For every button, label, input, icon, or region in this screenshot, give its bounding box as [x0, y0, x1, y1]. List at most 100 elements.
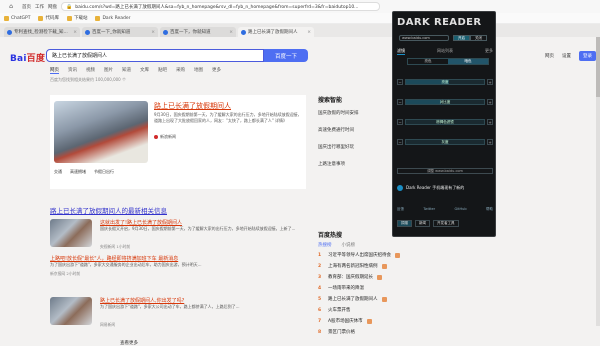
news-notice[interactable]: Dark Reader 手机端现有了新的: [397, 185, 493, 191]
slider-track[interactable]: 棕褐色滤镜: [405, 119, 485, 125]
browser-tab[interactable]: 百度一下_你就知道 ×: [82, 27, 158, 37]
related-tag[interactable]: 高速拥堵: [70, 169, 86, 175]
site-toggle[interactable]: www.baidu.com: [399, 35, 449, 41]
toolbar-item-1[interactable]: 工作: [35, 4, 44, 10]
hot-badge-icon: [395, 252, 400, 258]
filter-tab[interactable]: 视频: [86, 67, 95, 74]
plus-icon[interactable]: +: [487, 99, 493, 105]
plus-icon[interactable]: +: [487, 79, 493, 85]
bookmark-item[interactable]: ChatGPT: [4, 15, 30, 21]
hot-item[interactable]: 3 教育部：国庆假期延长: [318, 274, 518, 280]
home-button[interactable]: ⌂: [4, 2, 18, 11]
slider-grayscale[interactable]: − 灰度 +: [397, 138, 493, 146]
browser-tab-active[interactable]: 路上已长满了放假期间人 ×: [238, 27, 314, 37]
close-icon[interactable]: ×: [151, 30, 155, 35]
bookmark-item[interactable]: 代码库: [38, 15, 59, 21]
hot-item[interactable]: 6 火车票开售: [318, 307, 518, 314]
dr-tab[interactable]: 滤镜: [397, 48, 405, 55]
tab-label: 百度一下_你就知道: [92, 30, 131, 35]
plus-icon[interactable]: +: [487, 119, 493, 125]
minus-icon[interactable]: −: [397, 99, 403, 105]
onoff-switch[interactable]: 开启 关闭: [453, 35, 487, 41]
dr-tab[interactable]: 更多: [485, 48, 493, 55]
baidu-logo[interactable]: Bai百度: [10, 51, 45, 64]
related-tag[interactable]: 节假日出行: [94, 169, 114, 175]
login-button[interactable]: 登录: [579, 51, 596, 61]
browser-tab[interactable]: 百度一下，你就知道 ×: [160, 27, 236, 37]
close-icon[interactable]: ×: [73, 30, 77, 35]
news-heading[interactable]: 路上已长满了放假期间人的最新相关信息: [50, 205, 167, 215]
slider-sepia[interactable]: − 棕褐色滤镜 +: [397, 118, 493, 126]
hot-badge-icon: [381, 263, 387, 269]
off-button[interactable]: 关闭: [470, 35, 487, 41]
footer-link[interactable]: Twitter: [423, 207, 435, 212]
dr-tab[interactable]: 网站列表: [437, 48, 453, 55]
minus-icon[interactable]: −: [397, 79, 403, 85]
filter-tab[interactable]: 资讯: [68, 67, 77, 74]
news-title[interactable]: 上路吧!放长假"最长"人，路经即将挤满加班下车 最新消息: [50, 255, 178, 262]
news-thumbnail[interactable]: [50, 297, 92, 325]
result-title[interactable]: 路上已长满了放假期间人: [154, 101, 231, 111]
close-icon[interactable]: ×: [307, 30, 311, 35]
filter-tab[interactable]: 网页: [50, 67, 59, 74]
filter-tab[interactable]: 贴吧: [158, 67, 167, 74]
more-link[interactable]: 查看更多: [120, 340, 138, 346]
filter-tab[interactable]: 图片: [104, 67, 113, 74]
slider-track[interactable]: 亮度: [405, 79, 485, 85]
hot-item[interactable]: 4 一场雨带来的降温: [318, 285, 518, 292]
plus-icon[interactable]: +: [487, 139, 493, 145]
donate-button[interactable]: 捐赠: [397, 220, 412, 227]
news-thumbnail[interactable]: [50, 219, 92, 247]
close-icon[interactable]: ×: [229, 30, 233, 35]
minus-icon[interactable]: −: [397, 119, 403, 125]
hot-item[interactable]: 2 上海有两名新冠阳性病例: [318, 263, 518, 269]
hot-item[interactable]: 8 景区门票价格: [318, 329, 518, 336]
address-bar[interactable]: 🔒 baidu.com/s?wd=路上已长满了放假期间人&sa=fyb_n_ho…: [61, 2, 380, 11]
hot-item[interactable]: 7 A股市场国庆休市: [318, 318, 518, 324]
on-button[interactable]: 开启: [453, 35, 470, 41]
hot-item[interactable]: 5 路上已长满了放假期间人: [318, 296, 518, 302]
filter-tab[interactable]: 地图: [194, 67, 203, 74]
address-url: baidu.com/s?wd=路上已长满了放假期间人&sa=fyb_n_home…: [75, 4, 359, 10]
hot-item[interactable]: 1 习近平等领导人出席国庆招待会: [318, 252, 518, 258]
news-button[interactable]: 新闻: [415, 220, 430, 227]
mode-light[interactable]: 亮色: [408, 59, 448, 64]
browser-tab[interactable]: 专利查找_检测检下载_知... ×: [4, 27, 80, 37]
mode-switch[interactable]: 亮色 暗色: [407, 58, 489, 65]
toolbar-item-0[interactable]: 首页: [22, 4, 31, 10]
filter-tab[interactable]: 知道: [122, 67, 131, 74]
news-title[interactable]: 路上已长满了放假期间人,你出发了吗?: [100, 297, 184, 304]
footer-link[interactable]: 帮助: [486, 207, 493, 212]
slider-track[interactable]: 灰度: [405, 139, 485, 145]
slider-contrast[interactable]: − 对比度 +: [397, 98, 493, 106]
toolbar-item-2[interactable]: 网盘: [48, 4, 57, 10]
news-title[interactable]: 这就出发了!路上已长满了放假期间人: [100, 219, 182, 226]
slider-track[interactable]: 对比度: [405, 99, 485, 105]
filter-tab[interactable]: 采购: [176, 67, 185, 74]
filter-tab[interactable]: 更多: [212, 67, 221, 74]
top-link[interactable]: 设置: [562, 53, 571, 59]
search-button[interactable]: 百度一下: [264, 49, 308, 62]
footer-link[interactable]: 反馈: [397, 207, 404, 212]
related-tag[interactable]: 交通: [54, 169, 62, 175]
hot-tab[interactable]: 小说榜: [342, 242, 356, 248]
minus-icon[interactable]: −: [397, 139, 403, 145]
slider-brightness[interactable]: − 亮度 +: [397, 78, 493, 86]
tab-strip: 专利查找_检测检下载_知... × 百度一下_你就知道 × 百度一下，你就知道 × 路…: [0, 24, 600, 37]
footer-links: 反馈 Twitter GitHub 帮助: [397, 207, 493, 212]
footer-link[interactable]: GitHub: [454, 207, 466, 212]
mode-dark[interactable]: 暗色: [448, 59, 488, 64]
hot-tab[interactable]: 热搜榜: [318, 242, 332, 248]
devtools-button[interactable]: 开发者工具: [433, 220, 459, 227]
result-image[interactable]: [54, 101, 148, 163]
logo-text: Bai: [10, 54, 27, 64]
filter-tab[interactable]: 文库: [140, 67, 149, 74]
top-link[interactable]: 网页: [545, 53, 554, 59]
site-adjust-button[interactable]: 调整 www.baidu.com: [397, 168, 493, 174]
scrollbar-thumb[interactable]: [596, 37, 600, 97]
search-input[interactable]: 路上已长满了放假期间人: [46, 49, 264, 62]
bookmark-item[interactable]: 下载站: [66, 15, 87, 21]
bookmark-item[interactable]: Dark Reader: [95, 15, 131, 21]
page-scrollbar[interactable]: [596, 37, 600, 326]
hot-text: 景区门票价格: [328, 330, 355, 335]
